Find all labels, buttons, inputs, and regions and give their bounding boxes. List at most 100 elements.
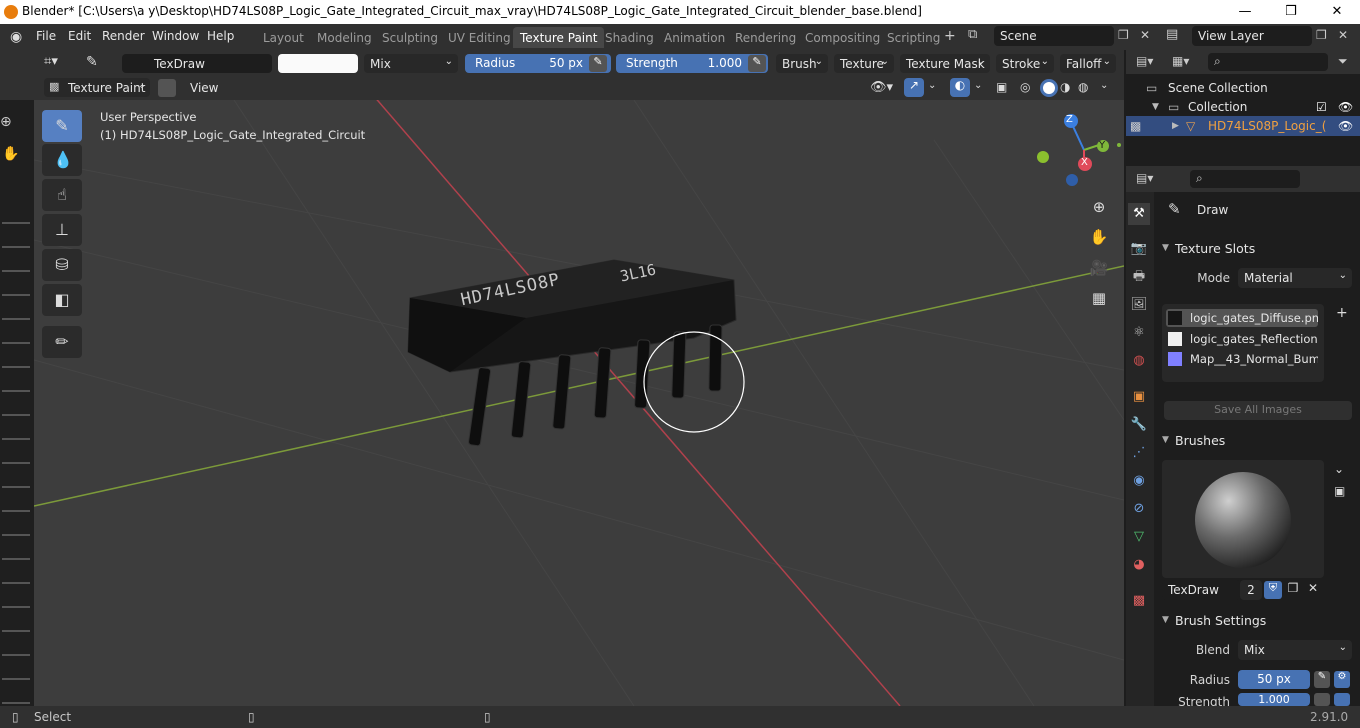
- brush-settings-title[interactable]: Brush Settings: [1175, 613, 1266, 628]
- unified-strength-icon[interactable]: [1334, 693, 1350, 706]
- brush-preview[interactable]: [1162, 460, 1324, 578]
- radius-slider[interactable]: Radius 50 px ✎: [465, 54, 611, 73]
- render-tab-icon[interactable]: 📷: [1128, 238, 1150, 260]
- tab-scripting[interactable]: Scripting: [880, 27, 947, 48]
- remove-scene-icon[interactable]: ✕: [1140, 28, 1150, 42]
- zoom-view-icon[interactable]: ⊕: [1086, 194, 1112, 220]
- expand-triangle-icon[interactable]: ▼: [1152, 102, 1159, 112]
- texture-menu[interactable]: Texture ⌄: [834, 54, 894, 73]
- texture-slot-normal[interactable]: Map__43_Normal_Bum...: [1166, 350, 1318, 368]
- chevron-down-icon[interactable]: ⌄: [1100, 80, 1108, 91]
- annotate-tool[interactable]: ✏: [42, 326, 82, 358]
- add-workspace-icon[interactable]: +: [944, 28, 956, 44]
- minimize-button[interactable]: —: [1222, 0, 1268, 24]
- collapse-triangle-icon[interactable]: ▼: [1162, 243, 1169, 253]
- chevron-down-icon[interactable]: ⌄: [928, 80, 936, 91]
- particles-tab-icon[interactable]: ⋰: [1128, 442, 1150, 464]
- outliner-search-input[interactable]: ⌕: [1208, 53, 1328, 71]
- tab-modeling[interactable]: Modeling: [310, 27, 379, 48]
- checkbox-icon[interactable]: ☑: [1316, 100, 1327, 114]
- brushes-title[interactable]: Brushes: [1175, 433, 1225, 448]
- brush-icon[interactable]: ✎: [86, 54, 108, 72]
- properties-editor-icon[interactable]: ▤▾: [1136, 171, 1153, 185]
- tab-sculpting[interactable]: Sculpting: [375, 27, 445, 48]
- stroke-menu[interactable]: Stroke ⌄: [996, 54, 1054, 73]
- new-scene-icon[interactable]: ❐: [1118, 28, 1129, 42]
- modifier-tab-icon[interactable]: 🔧: [1128, 414, 1150, 436]
- remove-view-layer-icon[interactable]: ✕: [1338, 28, 1348, 42]
- brush-datablock-name[interactable]: TexDraw: [1162, 580, 1240, 600]
- tab-rendering[interactable]: Rendering: [728, 27, 803, 48]
- menu-edit[interactable]: Edit: [68, 29, 91, 43]
- filter-icon[interactable]: ⏷: [1338, 54, 1348, 69]
- texture-slot-mode-dropdown[interactable]: Material ⌄: [1238, 268, 1352, 288]
- brush-blend-dropdown[interactable]: Mix ⌄: [1238, 640, 1352, 660]
- gizmo-toggle-icon[interactable]: ↗: [904, 78, 924, 97]
- view-layer-icon[interactable]: ▤: [1166, 27, 1178, 42]
- strength-slider[interactable]: Strength 1.000 ✎: [616, 54, 768, 73]
- solid-shading-icon[interactable]: [1040, 79, 1058, 97]
- tree-row-object[interactable]: ▩ ▶ ▽ HD74LS08P_Logic_( 👁: [1126, 116, 1360, 136]
- menu-render[interactable]: Render: [102, 29, 145, 43]
- output-tab-icon[interactable]: 🖶: [1128, 266, 1150, 288]
- material-tab-icon[interactable]: ◕: [1128, 554, 1150, 576]
- wireframe-shading-icon[interactable]: ◎: [1020, 80, 1030, 94]
- chevron-down-icon[interactable]: ⌄: [974, 80, 982, 91]
- scene-field[interactable]: Scene: [994, 26, 1114, 46]
- fake-user-shield-icon[interactable]: ⛨: [1264, 581, 1282, 599]
- blender-menu-icon[interactable]: ◉: [10, 29, 26, 45]
- brush-menu[interactable]: Brush ⌄: [776, 54, 828, 73]
- gizmo-x-label[interactable]: X: [1081, 157, 1088, 168]
- 3d-viewport[interactable]: User Perspective (1) HD74LS08P_Logic_Gat…: [34, 100, 1124, 706]
- tab-layout[interactable]: Layout: [256, 27, 311, 48]
- scene-tab-icon[interactable]: ⚛: [1128, 322, 1150, 344]
- add-slot-icon[interactable]: +: [1336, 305, 1348, 321]
- object-tab-icon[interactable]: ▣: [1128, 386, 1150, 408]
- tab-uv-editing[interactable]: UV Editing: [441, 27, 518, 48]
- brush-name-field[interactable]: TexDraw: [122, 54, 272, 73]
- unlink-brush-icon[interactable]: ✕: [1304, 581, 1322, 599]
- texture-slot-reflection[interactable]: logic_gates_Reflection...: [1166, 330, 1318, 348]
- close-button[interactable]: ✕: [1314, 0, 1360, 24]
- pan-view-icon[interactable]: ✋: [1086, 224, 1112, 250]
- physics-tab-icon[interactable]: ◉: [1128, 470, 1150, 492]
- mask-toggle-icon[interactable]: [158, 79, 176, 97]
- rendered-shading-icon[interactable]: ◍: [1078, 80, 1088, 94]
- mask-tool[interactable]: ◧: [42, 284, 82, 316]
- tree-row-collection[interactable]: ▼ ▭ Collection ☑ 👁: [1126, 97, 1360, 117]
- menu-window[interactable]: Window: [152, 29, 199, 43]
- fill-tool[interactable]: ⛁: [42, 249, 82, 281]
- view-layer-tab-icon[interactable]: 🖼: [1128, 294, 1150, 316]
- editor-type-dropdown-icon[interactable]: ⌗▾: [44, 54, 70, 72]
- chevron-down-icon[interactable]: ⌄: [1334, 462, 1344, 476]
- clone-tool[interactable]: ⊥: [42, 214, 82, 246]
- zoom-icon[interactable]: ⊕: [0, 114, 20, 134]
- tab-animation[interactable]: Animation: [657, 27, 732, 48]
- tab-texture-paint[interactable]: Texture Paint: [513, 27, 605, 48]
- brush-radius-field[interactable]: 50 px: [1238, 670, 1310, 689]
- outliner-editor-icon[interactable]: ▤▾: [1136, 54, 1153, 68]
- display-mode-icon[interactable]: ▦▾: [1172, 54, 1189, 68]
- collapse-triangle-icon[interactable]: ▼: [1162, 435, 1169, 445]
- xray-icon[interactable]: ▣: [996, 80, 1007, 94]
- new-view-layer-icon[interactable]: ❐: [1316, 28, 1327, 42]
- pressure-icon[interactable]: ✎: [589, 55, 607, 72]
- texture-slot-diffuse[interactable]: logic_gates_Diffuse.png: [1166, 309, 1318, 327]
- brush-users-count[interactable]: 2: [1240, 580, 1262, 600]
- hand-pan-icon[interactable]: ✋: [2, 146, 22, 166]
- expand-triangle-icon[interactable]: ▶: [1172, 121, 1179, 131]
- mode-dropdown[interactable]: ▩ Texture Paint ⌄: [44, 78, 150, 97]
- save-all-images-button[interactable]: Save All Images: [1164, 401, 1352, 420]
- perspective-toggle-icon[interactable]: ▦: [1086, 285, 1112, 311]
- tab-shading[interactable]: Shading: [598, 27, 661, 48]
- texture-tab-icon[interactable]: ▩: [1128, 590, 1150, 612]
- overlay-toggle-icon[interactable]: ◐: [950, 78, 970, 97]
- brush-strength-field[interactable]: 1.000: [1238, 693, 1310, 706]
- camera-view-icon[interactable]: 🎥: [1086, 255, 1112, 281]
- scene-icon[interactable]: ⧉: [968, 27, 990, 47]
- image-icon[interactable]: ▣: [1334, 484, 1345, 498]
- menu-help[interactable]: Help: [207, 29, 234, 43]
- unified-size-icon[interactable]: ⚙: [1334, 671, 1350, 688]
- texture-mask-menu[interactable]: Texture Mask ⌄: [900, 54, 990, 73]
- world-tab-icon[interactable]: ◍: [1128, 350, 1150, 372]
